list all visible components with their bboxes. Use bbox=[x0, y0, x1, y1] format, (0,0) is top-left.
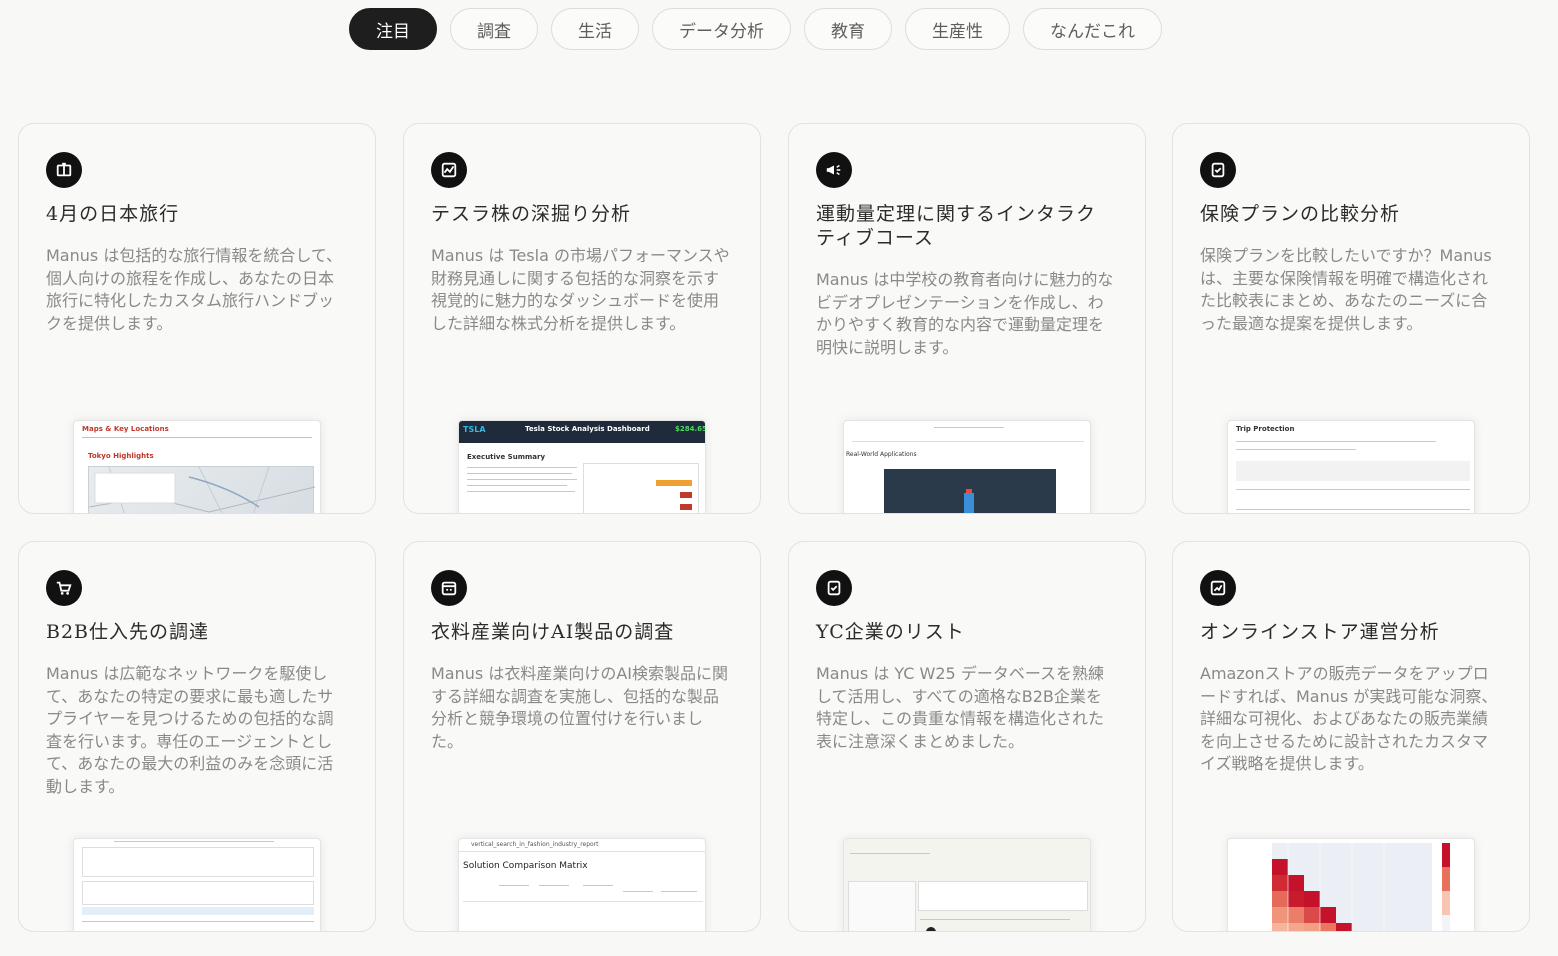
category-tabs: 注目 調査 生活 データ分析 教育 生産性 なんだこれ bbox=[349, 8, 1162, 50]
clipboard-icon bbox=[1200, 152, 1236, 188]
tab-whats-this[interactable]: なんだこれ bbox=[1023, 8, 1162, 50]
card-preview-image: Maps & Key Locations Tokyo Highlights bbox=[73, 420, 321, 513]
preview-subheading: Real-World Applications bbox=[846, 451, 917, 458]
dashboard-header: TSLA Tesla Stock Analysis Dashboard $284… bbox=[459, 421, 706, 443]
map-thumbnail bbox=[88, 466, 316, 513]
card-description: Manus は中学校の教育者向けに魅力的なビデオプレゼンテーションを作成し、わか… bbox=[816, 270, 1114, 357]
chart-icon bbox=[431, 152, 467, 188]
card-description: Amazonストアの販売データをアップロードすれば、Manus が実践可能な洞察… bbox=[1200, 664, 1498, 773]
preview-filename: vertical_search_in_fashion_industry_repo… bbox=[471, 841, 599, 848]
stock-price: $284.65 bbox=[675, 425, 706, 433]
use-case-card-insurance-comparison[interactable]: 保険プランの比較分析 保険プランを比較したいですか？Manus は、主要な保険情… bbox=[1172, 123, 1530, 514]
card-title: B2B仕入先の調達 bbox=[46, 621, 210, 643]
card-description: Manus は Tesla の市場パフォーマンスや財務見通しに関する包括的な洞察… bbox=[431, 246, 730, 333]
use-case-card-momentum-course[interactable]: 運動量定理に関するインタラクティブコース Manus は中学校の教育者向けに魅力… bbox=[788, 123, 1146, 514]
card-title: 衣料産業向けAI製品の調査 bbox=[431, 621, 675, 643]
card-title: 運動量定理に関するインタラクティブコース bbox=[816, 203, 1097, 249]
heatmap-thumbnail bbox=[1228, 839, 1474, 931]
card-description: Manus は広範なネットワークを駆使して、あなたの特定の要求に最も適したサプラ… bbox=[46, 664, 334, 796]
card-description: Manus は YC W25 データベースを熟練して活用し、すべての適格なB2B… bbox=[816, 664, 1105, 751]
card-preview-image bbox=[1227, 838, 1475, 931]
card-title: オンラインストア運営分析 bbox=[1200, 621, 1440, 643]
preview-subheading: Tokyo Highlights bbox=[88, 452, 154, 460]
tab-data-analysis[interactable]: データ分析 bbox=[652, 8, 791, 50]
card-preview-image bbox=[73, 838, 321, 931]
card-description: Manus は包括的な旅行情報を統合して、個人向けの旅程を作成し、あなたの日本旅… bbox=[46, 246, 343, 333]
card-description: Manus は衣料産業向けのAI検索製品に関する詳細な調査を実施し、包括的な製品… bbox=[431, 664, 728, 751]
use-case-card-b2b-sourcing[interactable]: B2B仕入先の調達 Manus は広範なネットワークを駆使して、あなたの特定の要… bbox=[18, 541, 376, 932]
card-title: YC企業のリスト bbox=[816, 621, 965, 643]
tab-research[interactable]: 調査 bbox=[450, 8, 538, 50]
use-case-card-japan-trip[interactable]: 4月の日本旅行 Manus は包括的な旅行情報を統合して、個人向けの旅程を作成し… bbox=[18, 123, 376, 514]
card-title: テスラ株の深掘り分析 bbox=[431, 203, 632, 225]
video-thumbnail bbox=[884, 469, 1056, 513]
tab-featured[interactable]: 注目 bbox=[349, 8, 437, 50]
tab-productivity[interactable]: 生産性 bbox=[905, 8, 1010, 50]
chart-up-icon bbox=[1200, 570, 1236, 606]
card-preview-image: Trip Protection bbox=[1227, 420, 1475, 513]
megaphone-icon bbox=[816, 152, 852, 188]
tab-education[interactable]: 教育 bbox=[804, 8, 892, 50]
use-case-card-yc-companies[interactable]: YC企業のリスト Manus は YC W25 データベースを熟練して活用し、す… bbox=[788, 541, 1146, 932]
card-title: 保険プランの比較分析 bbox=[1200, 203, 1401, 225]
cart-icon bbox=[46, 570, 82, 606]
clipboard-icon bbox=[816, 570, 852, 606]
use-case-card-tesla-analysis[interactable]: テスラ株の深掘り分析 Manus は Tesla の市場パフォーマンスや財務見通… bbox=[403, 123, 761, 514]
dashboard-title: Tesla Stock Analysis Dashboard bbox=[525, 425, 650, 433]
card-preview-image: vertical_search_in_fashion_industry_repo… bbox=[458, 838, 706, 931]
preview-heading: Maps & Key Locations bbox=[82, 425, 169, 433]
tab-life[interactable]: 生活 bbox=[551, 8, 639, 50]
card-preview-image: TSLA Tesla Stock Analysis Dashboard $284… bbox=[458, 420, 706, 513]
book-icon bbox=[46, 152, 82, 188]
use-case-card-online-store[interactable]: オンラインストア運営分析 Amazonストアの販売データをアップロードすれば、M… bbox=[1172, 541, 1530, 932]
card-preview-image: Real-World Applications bbox=[843, 420, 1091, 513]
card-preview-image bbox=[843, 838, 1091, 931]
calendar-icon bbox=[431, 570, 467, 606]
ticker-label: TSLA bbox=[463, 425, 486, 434]
card-title: 4月の日本旅行 bbox=[46, 203, 180, 225]
preview-subheading: Executive Summary bbox=[467, 453, 546, 461]
card-description: 保険プランを比較したいですか？Manus は、主要な保険情報を明確で構造化された… bbox=[1200, 246, 1492, 333]
preview-heading: Solution Comparison Matrix bbox=[463, 861, 588, 871]
preview-heading: Trip Protection bbox=[1236, 425, 1295, 433]
use-case-card-fashion-ai[interactable]: 衣料産業向けAI製品の調査 Manus は衣料産業向けのAI検索製品に関する詳細… bbox=[403, 541, 761, 932]
